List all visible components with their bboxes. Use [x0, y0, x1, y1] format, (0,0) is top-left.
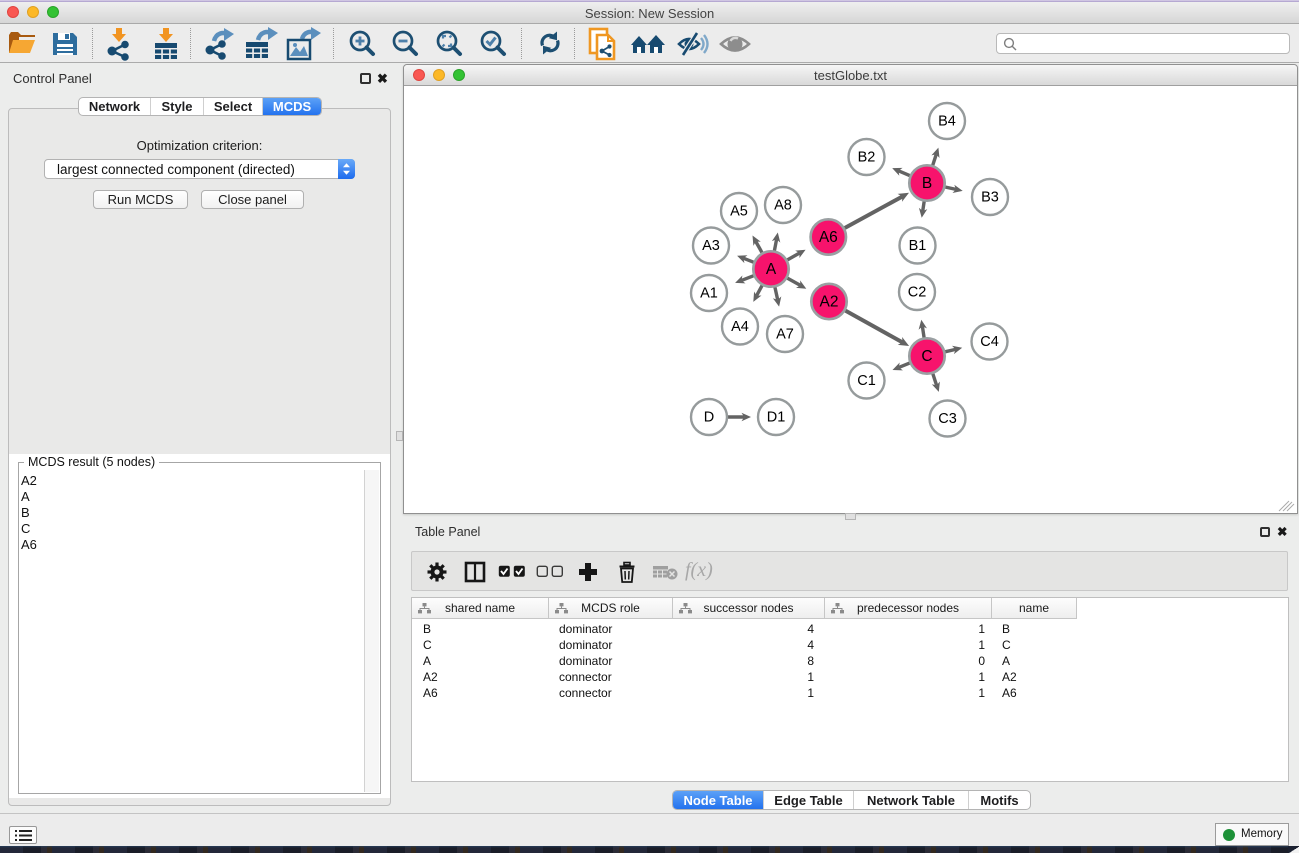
svg-text:D1: D1: [767, 410, 786, 426]
svg-text:A2: A2: [820, 294, 839, 311]
svg-text:C1: C1: [857, 373, 876, 389]
svg-text:A1: A1: [700, 286, 718, 302]
svg-text:A7: A7: [776, 327, 794, 343]
svg-text:B1: B1: [909, 238, 927, 254]
svg-text:D: D: [704, 410, 714, 426]
svg-text:A: A: [766, 261, 777, 278]
svg-text:C2: C2: [908, 285, 927, 301]
svg-text:B2: B2: [858, 150, 876, 166]
svg-text:A8: A8: [774, 198, 792, 214]
svg-text:B: B: [922, 175, 932, 192]
svg-text:A6: A6: [819, 229, 838, 246]
svg-text:C3: C3: [938, 411, 957, 427]
svg-text:A4: A4: [731, 319, 749, 335]
svg-text:A5: A5: [730, 204, 748, 220]
svg-text:B4: B4: [938, 114, 956, 130]
svg-text:B3: B3: [981, 190, 999, 206]
svg-text:C: C: [921, 348, 932, 365]
svg-text:C4: C4: [980, 334, 999, 350]
svg-text:A3: A3: [702, 238, 720, 254]
